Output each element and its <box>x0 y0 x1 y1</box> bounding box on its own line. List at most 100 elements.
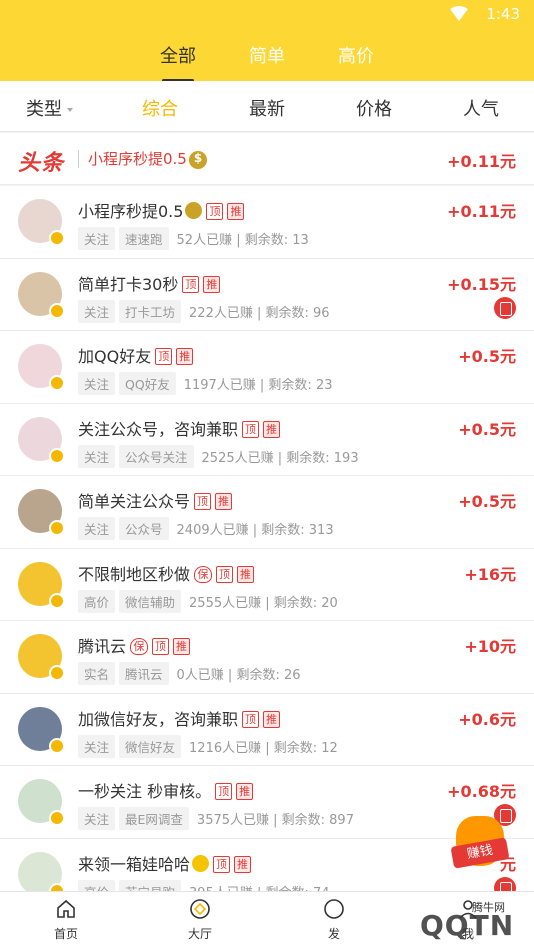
task-stats: 1216人已赚 | 剩余数: 12 <box>189 740 338 756</box>
task-row[interactable]: 不限制地区秒做保顶推高价 微信辅助 2555人已赚 | 剩余数: 20 +16元 <box>0 548 534 621</box>
task-title: 加QQ好友顶推 <box>78 343 194 367</box>
sort-type-dropdown[interactable]: 类型 <box>26 95 73 121</box>
task-title-text: 关注公众号，咨询兼职 <box>78 419 239 439</box>
tab-label: 全部 <box>160 46 196 67</box>
top-tag: 顶 <box>155 348 173 365</box>
task-stats: 3575人已赚 | 剩余数: 897 <box>196 813 354 828</box>
task-title-text: 加微信好友，咨询兼职 <box>78 709 239 729</box>
avatar <box>18 416 65 464</box>
task-reward: +10元 <box>464 637 516 656</box>
tab-label: 简单 <box>249 46 285 67</box>
watermark-text: QQTN <box>420 909 515 942</box>
verified-badge-icon <box>49 375 65 391</box>
sort-price[interactable]: 价格 <box>356 95 392 121</box>
task-row[interactable]: 小程序秒提0.5 顶推关注 速速跑 52人已赚 | 剩余数: 13 +0.11元 <box>0 186 534 259</box>
task-row[interactable]: 加QQ好友顶推关注 QQ好友 1197人已赚 | 剩余数: 23 +0.5元 <box>0 331 534 404</box>
task-title-text: 简单关注公众号 <box>78 492 191 511</box>
sort-label: 最新 <box>249 99 285 120</box>
top-tag: 顶 <box>242 710 260 728</box>
top-tag: 顶 <box>216 565 234 583</box>
avatar <box>18 706 65 754</box>
recommend-tag: 推 <box>236 783 254 800</box>
status-time: 1:43 <box>486 5 520 23</box>
headline-price: +0.11元 <box>447 152 516 171</box>
sort-label: 类型 <box>26 99 62 120</box>
task-category-chip: 关注 <box>78 734 116 758</box>
task-source-chip: 微信辅助 <box>119 589 182 613</box>
tab-hall[interactable]: 大厅 <box>160 898 240 942</box>
task-meta: 关注 QQ好友 1197人已赚 | 剩余数: 23 <box>78 372 333 395</box>
task-title: 小程序秒提0.5 顶推 <box>78 198 245 222</box>
task-title: 关注公众号，咨询兼职顶推 <box>78 416 281 440</box>
task-title: 一秒关注 秒审核。顶推 <box>78 778 254 802</box>
task-reward: +0.6元 <box>458 709 516 729</box>
task-row[interactable]: 简单打卡30秒顶推关注 打卡工坊 222人已赚 | 剩余数: 96 +0.15元 <box>0 258 534 331</box>
sort-popularity[interactable]: 人气 <box>463 95 499 121</box>
guarantee-tag: 保 <box>130 638 149 655</box>
wifi-icon <box>450 6 468 21</box>
task-meta: 高价 微信辅助 2555人已赚 | 剩余数: 20 <box>78 589 338 613</box>
task-row[interactable]: 腾讯云保顶推实名 腾讯云 0人已赚 | 剩余数: 26 +10元 <box>0 621 534 694</box>
verified-badge-icon <box>49 302 65 319</box>
top-tag: 顶 <box>242 420 260 438</box>
verified-badge-icon <box>49 592 65 609</box>
task-list: 小程序秒提0.5 顶推关注 速速跑 52人已赚 | 剩余数: 13 +0.11元 简单打卡… <box>0 186 534 911</box>
sort-latest[interactable]: 最新 <box>249 95 285 121</box>
avatar <box>18 851 65 899</box>
tab-home[interactable]: 首页 <box>26 898 106 942</box>
task-source-chip: 公众号关注 <box>119 444 194 468</box>
headline-logo: 头条 <box>18 151 65 176</box>
task-meta: 关注 公众号关注 2525人已赚 | 剩余数: 193 <box>78 444 359 468</box>
top-tab-bar: 全部 简单 高价 <box>0 30 534 82</box>
task-title: 简单关注公众号顶推 <box>78 488 233 512</box>
task-row[interactable]: 加微信好友，咨询兼职顶推关注 微信好友 1216人已赚 | 剩余数: 12 +0.6元 <box>0 693 534 766</box>
money-bag-icon <box>185 202 203 219</box>
task-reward: +16元 <box>464 564 516 584</box>
tab-simple[interactable]: 简单 <box>227 42 307 68</box>
task-title: 来领一箱娃哈哈 顶推 <box>78 851 252 875</box>
recommend-tag: 推 <box>263 710 281 728</box>
tab-high-price[interactable]: 高价 <box>316 42 396 68</box>
task-meta: 实名 腾讯云 0人已赚 | 剩余数: 26 <box>78 662 301 685</box>
recommend-tag: 推 <box>234 855 252 873</box>
coin-icon <box>190 899 210 919</box>
tab-publish[interactable]: 发 <box>294 898 374 942</box>
task-reward: +0.11元 <box>447 202 516 221</box>
top-tag: 顶 <box>152 638 170 655</box>
headline-title: 小程序秒提0.5 <box>88 150 187 168</box>
recommend-tag: 推 <box>263 420 281 438</box>
task-source-chip: 打卡工坊 <box>119 299 182 323</box>
task-meta: 关注 最E网调查 3575人已赚 | 剩余数: 897 <box>78 807 354 830</box>
sort-label: 价格 <box>356 99 392 120</box>
task-title-text: 一秒关注 秒审核。 <box>78 782 212 801</box>
task-title-text: 来领一箱娃哈哈 <box>78 854 191 874</box>
home-icon <box>57 899 75 918</box>
avatar <box>18 561 65 609</box>
task-source-chip: 腾讯云 <box>119 662 169 685</box>
task-category-chip: 关注 <box>78 227 116 250</box>
recommend-tag: 推 <box>176 348 194 365</box>
task-row[interactable]: 简单关注公众号顶推关注 公众号 2409人已赚 | 剩余数: 313 +0.5元 <box>0 476 534 549</box>
avatar <box>18 489 65 536</box>
verified-badge-icon <box>49 447 65 464</box>
task-row[interactable]: 关注公众号，咨询兼职顶推关注 公众号关注 2525人已赚 | 剩余数: 193 +0.… <box>0 403 534 476</box>
task-title-text: 加QQ好友 <box>78 347 152 366</box>
task-meta: 关注 速速跑 52人已赚 | 剩余数: 13 <box>78 227 309 250</box>
sort-bar: 类型 综合 最新 价格 人气 <box>0 81 534 132</box>
task-title: 腾讯云保顶推 <box>78 633 191 657</box>
earn-float-button[interactable]: 赚钱 <box>450 816 510 872</box>
task-category-chip: 高价 <box>78 589 116 613</box>
sort-label: 综合 <box>142 99 178 120</box>
task-title-text: 小程序秒提0.5 <box>78 202 184 221</box>
task-category-chip: 关注 <box>78 299 116 323</box>
top-tag: 顶 <box>194 493 212 510</box>
headline-banner[interactable]: 头条 小程序秒提0.5 +0.11元 <box>0 133 534 185</box>
task-stats: 2555人已赚 | 剩余数: 20 <box>189 595 338 611</box>
tab-all[interactable]: 全部 <box>138 42 218 82</box>
money-bag-icon <box>188 150 207 169</box>
red-packet-icon[interactable] <box>494 296 516 319</box>
sort-overall[interactable]: 综合 <box>142 95 178 121</box>
avatar <box>18 199 65 246</box>
task-source-chip: 微信好友 <box>119 734 182 758</box>
guarantee-tag: 保 <box>194 565 213 583</box>
